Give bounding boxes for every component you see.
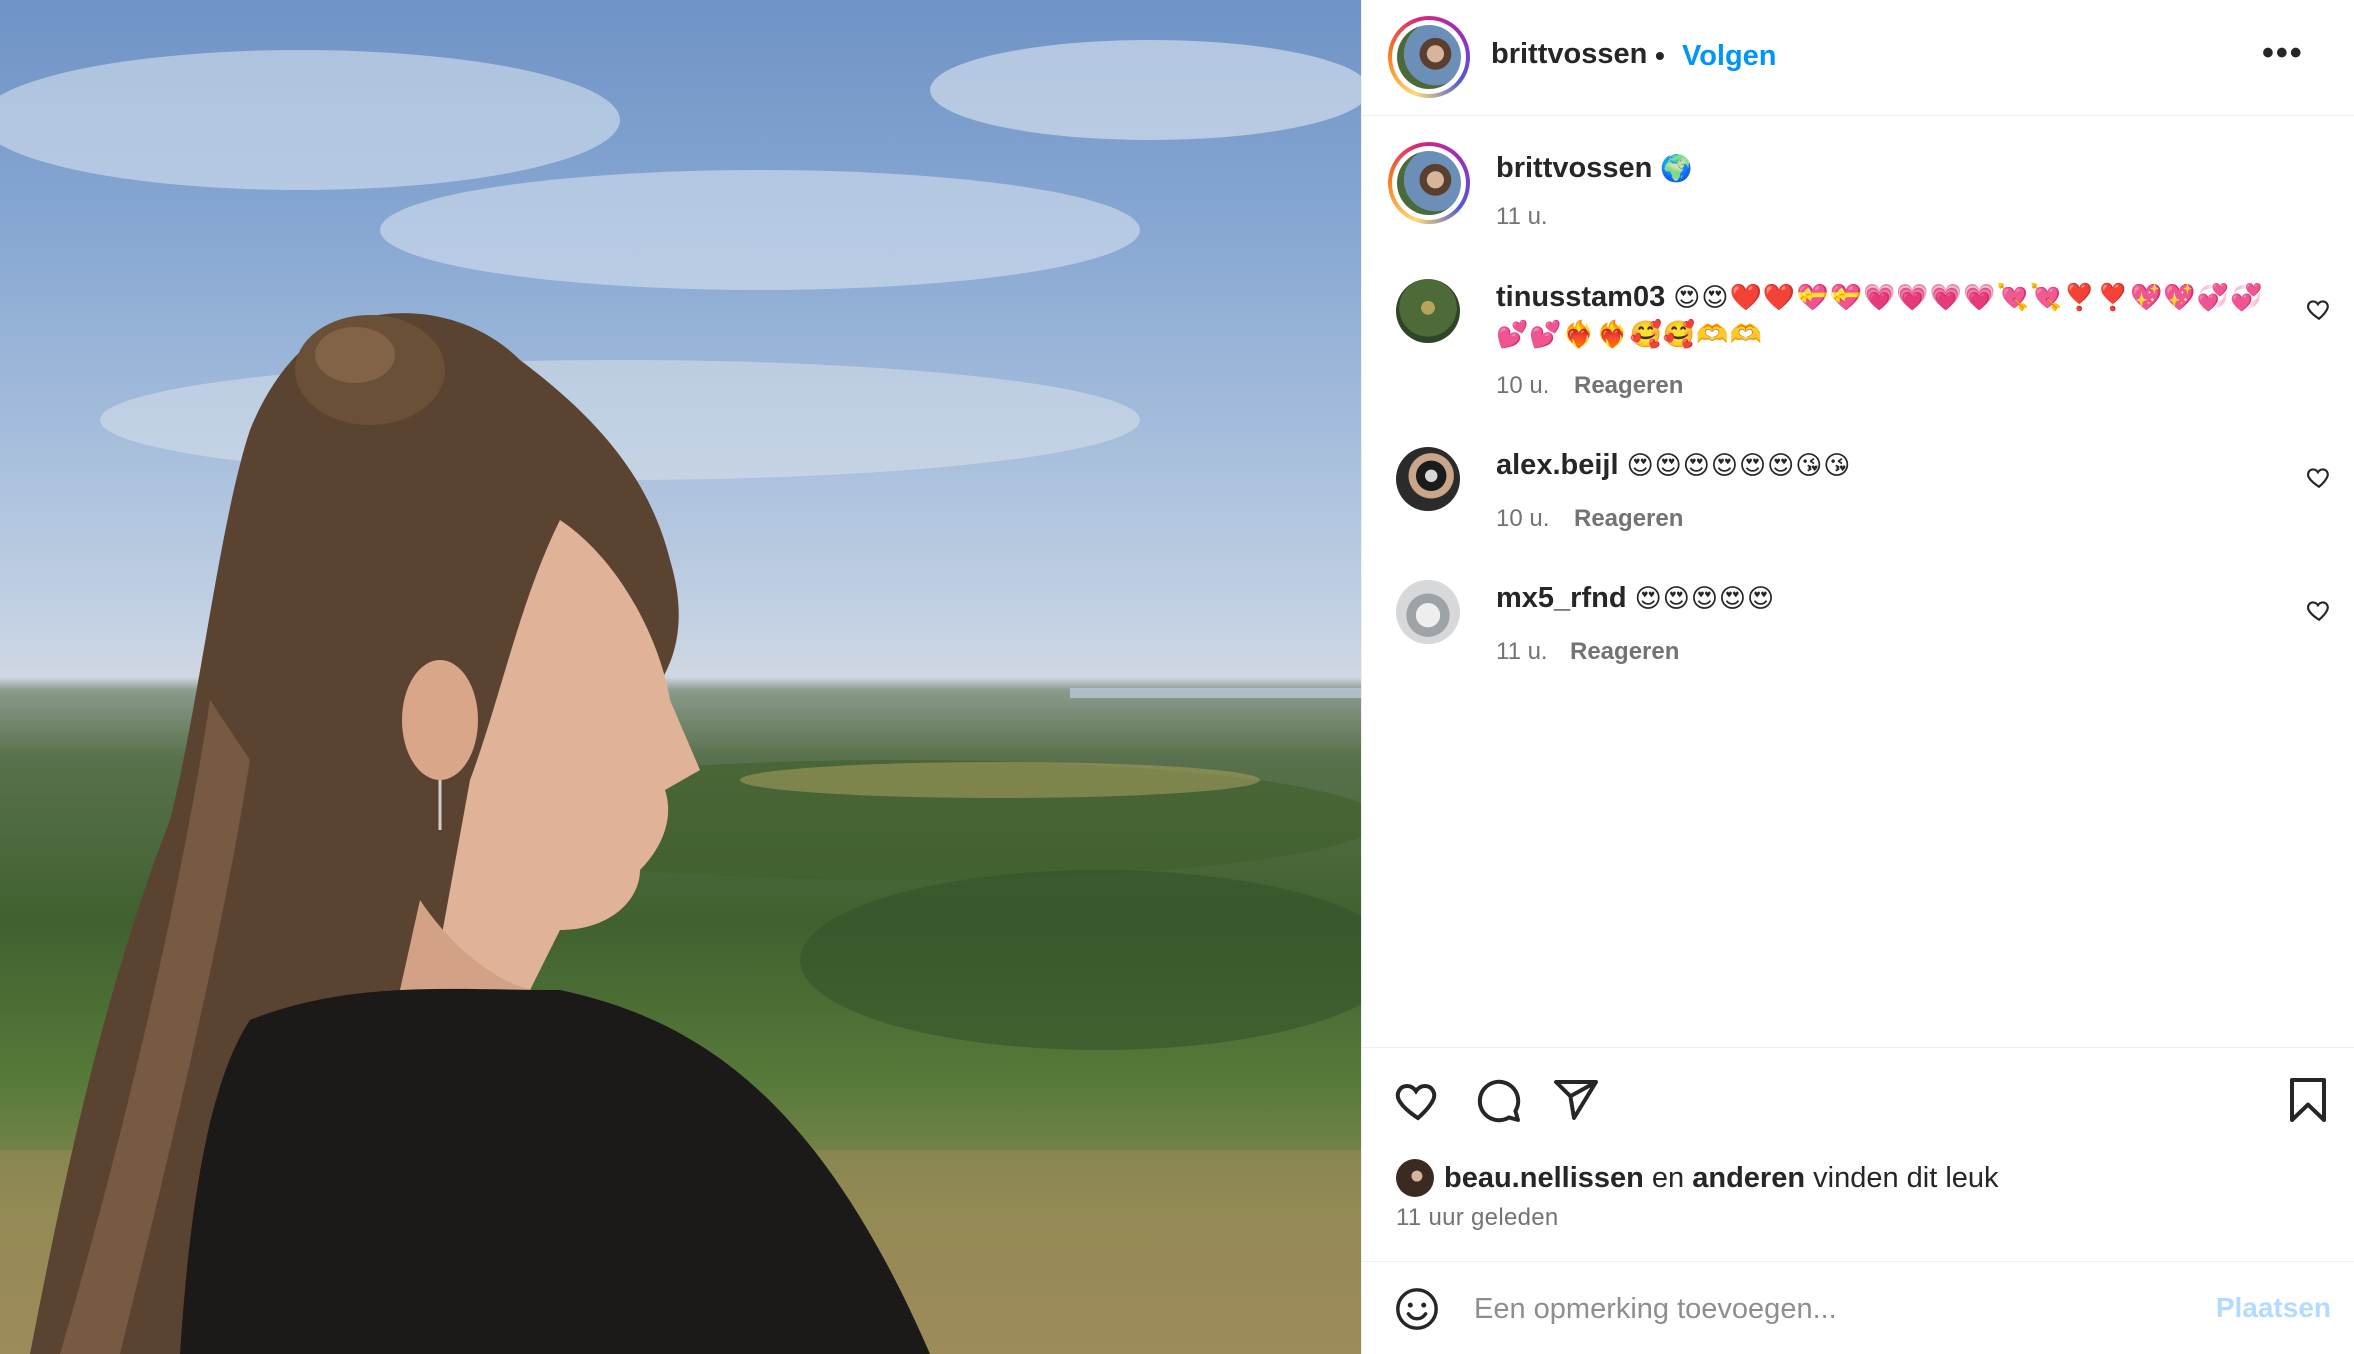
post-comment-button[interactable]: Plaatsen: [2216, 1292, 2331, 1324]
likes-suffix: vinden dit leuk: [1813, 1162, 1999, 1194]
caption: brittvossen 🌍: [1496, 150, 1694, 187]
photo-illustration: [0, 40, 1361, 1354]
comment-time: 10 u.: [1496, 505, 1550, 532]
share-icon[interactable]: [1552, 1076, 1600, 1124]
header-separator: •: [1655, 40, 1665, 71]
heart-icon[interactable]: [1394, 1076, 1442, 1124]
caption-username[interactable]: brittvossen: [1496, 152, 1652, 184]
post-actions: beau.nellissen en anderen vinden dit leu…: [1362, 1047, 2354, 1261]
reply-button[interactable]: Reageren: [1574, 372, 1683, 400]
comment-username[interactable]: alex.beijl: [1496, 449, 1619, 481]
author-username[interactable]: brittvossen: [1491, 38, 1647, 71]
reply-button[interactable]: Reageren: [1570, 638, 1679, 666]
post-detail-panel: brittvossen • Volgen ••• brittvossen 🌍 1…: [1361, 0, 2354, 1354]
comment-composer: Plaatsen: [1362, 1261, 2354, 1354]
liker-username[interactable]: beau.nellissen: [1444, 1162, 1644, 1194]
comment-input[interactable]: [1474, 1284, 2194, 1334]
comment-body: mx5_rfnd 😍😍😍😍😍: [1496, 580, 1775, 617]
likes-summary: beau.nellissen en anderen vinden dit leu…: [1444, 1162, 1999, 1195]
comment-avatar[interactable]: [1396, 580, 1460, 644]
smiley-icon[interactable]: [1394, 1286, 1440, 1332]
post-header: brittvossen • Volgen •••: [1362, 0, 2354, 116]
liker-avatar[interactable]: [1396, 1159, 1434, 1197]
comment-avatar[interactable]: [1396, 447, 1460, 511]
caption-time: 11 u.: [1496, 203, 1548, 230]
comment-like-heart-icon[interactable]: [2306, 597, 2332, 623]
author-avatar[interactable]: [1388, 16, 1470, 98]
comment-body: alex.beijl 😍😍😍😍😍😍😘😘: [1496, 447, 1851, 484]
post-photo[interactable]: [0, 0, 1361, 1354]
comment-text: 😍😍😍😍😍: [1634, 584, 1776, 614]
more-icon[interactable]: •••: [2262, 34, 2304, 73]
comment-like-heart-icon[interactable]: [2306, 464, 2332, 490]
globe-emoji: 🌍: [1660, 154, 1694, 184]
comment-like-heart-icon[interactable]: [2306, 296, 2332, 322]
comment-avatar[interactable]: [1396, 279, 1460, 343]
caption-avatar[interactable]: [1388, 142, 1470, 224]
likes-connector: en: [1651, 1162, 1685, 1194]
comment-text: 😍😍😍😍😍😍😘😘: [1626, 451, 1852, 481]
comment-username[interactable]: tinusstam03: [1496, 281, 1665, 313]
comment-body: tinusstam03 😍😍❤️❤️💝💝💗💗💗💗💘💘❣️❣️💖💖💞💞💕💕❤️‍🔥…: [1496, 279, 2276, 353]
bookmark-icon[interactable]: [2284, 1076, 2332, 1124]
comments-section: brittvossen 🌍 11 u. tinusstam03 😍😍❤️❤️💝💝…: [1362, 117, 2354, 1047]
likes-others-link[interactable]: anderen: [1692, 1162, 1805, 1194]
reply-button[interactable]: Reageren: [1574, 505, 1683, 533]
comment-username[interactable]: mx5_rfnd: [1496, 582, 1627, 614]
follow-button[interactable]: Volgen: [1682, 40, 1777, 73]
comment-time: 10 u.: [1496, 372, 1550, 399]
post-timestamp: 11 uur geleden: [1396, 1204, 1559, 1231]
comment-time: 11 u.: [1496, 638, 1548, 665]
comment-icon[interactable]: [1474, 1076, 1522, 1124]
